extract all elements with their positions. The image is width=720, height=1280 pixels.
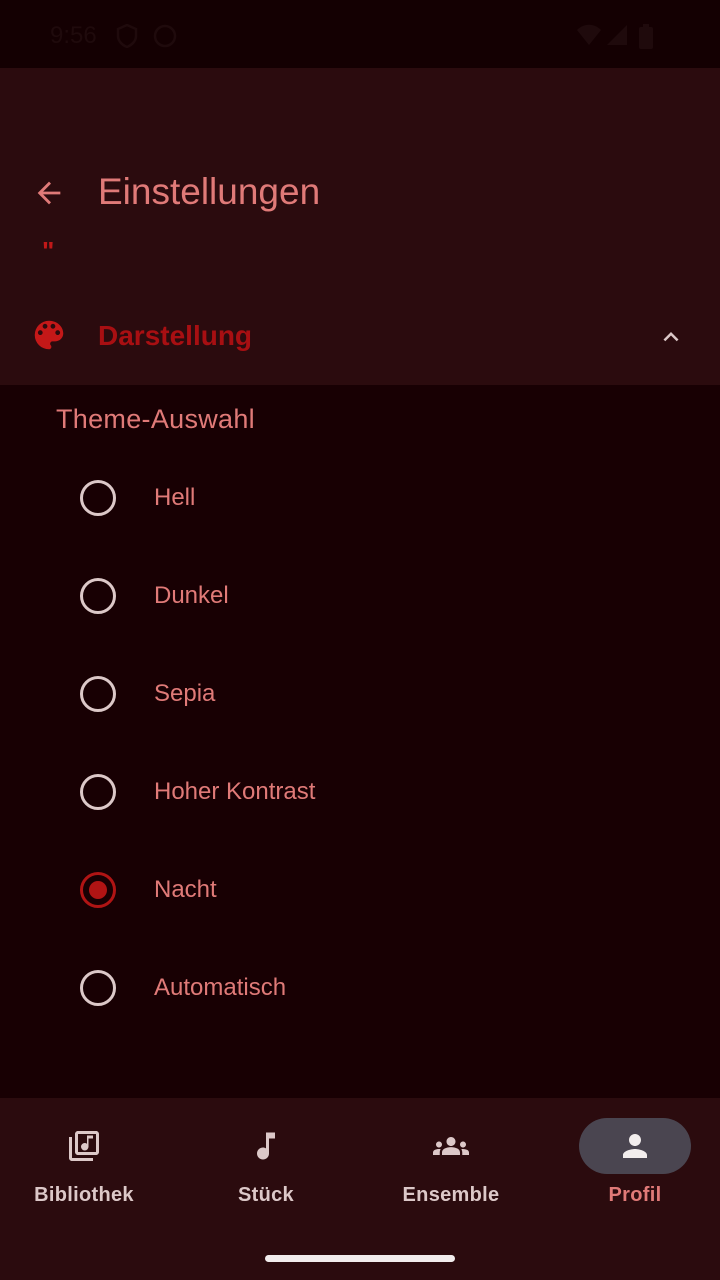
nav-indicator bbox=[28, 1118, 140, 1174]
radio-label: Nacht bbox=[154, 876, 217, 903]
library-music-icon bbox=[69, 1131, 99, 1161]
radio-label: Automatisch bbox=[154, 974, 287, 1001]
radio-option-dunkel[interactable]: Dunkel bbox=[60, 556, 660, 636]
radio-button[interactable] bbox=[80, 970, 116, 1006]
nav-item-stueck[interactable]: Stück bbox=[176, 1118, 356, 1228]
shield-icon bbox=[116, 24, 138, 48]
nav-label: Ensemble bbox=[402, 1184, 500, 1206]
sync-icon bbox=[153, 24, 177, 48]
nav-indicator bbox=[395, 1118, 507, 1174]
radio-button[interactable] bbox=[80, 480, 116, 516]
groups-icon bbox=[433, 1137, 469, 1155]
bottom-navigation: Bibliothek Stück Ensemble Profil bbox=[0, 1098, 720, 1280]
status-time: 9:56 bbox=[50, 22, 97, 49]
radio-button[interactable] bbox=[80, 774, 116, 810]
radio-option-automatisch[interactable]: Automatisch bbox=[60, 948, 660, 1028]
radio-button[interactable] bbox=[80, 676, 116, 712]
nav-label: Bibliothek bbox=[34, 1184, 134, 1206]
wifi-icon bbox=[577, 24, 601, 45]
app-bar: Einstellungen " Darstellung bbox=[0, 68, 720, 385]
radio-button[interactable] bbox=[80, 578, 116, 614]
back-button[interactable] bbox=[24, 168, 74, 218]
section-header-darstellung[interactable]: Darstellung bbox=[0, 288, 720, 384]
section-title: Darstellung bbox=[98, 320, 253, 351]
music-note-icon bbox=[257, 1132, 275, 1160]
arrow-back-icon bbox=[37, 181, 61, 205]
battery-icon bbox=[639, 24, 653, 49]
status-bar: 9:56 bbox=[0, 0, 720, 68]
radio-button-selected[interactable] bbox=[80, 872, 116, 908]
nav-label: Profil bbox=[608, 1184, 662, 1206]
signal-icon bbox=[607, 25, 627, 45]
nav-item-bibliothek[interactable]: Bibliothek bbox=[0, 1118, 174, 1228]
radio-option-hell[interactable]: Hell bbox=[60, 458, 660, 538]
theme-selection-label: Theme-Auswahl bbox=[56, 404, 255, 434]
palette-icon bbox=[34, 320, 64, 350]
radio-label: Hoher Kontrast bbox=[154, 778, 316, 805]
radio-option-sepia[interactable]: Sepia bbox=[60, 654, 660, 734]
radio-label: Dunkel bbox=[154, 582, 229, 609]
radio-label: Sepia bbox=[154, 680, 216, 707]
person-icon bbox=[623, 1134, 647, 1158]
home-indicator[interactable] bbox=[265, 1255, 455, 1262]
radio-option-nacht[interactable]: Nacht bbox=[60, 850, 660, 930]
page-title: Einstellungen bbox=[98, 171, 321, 212]
chevron-up-icon[interactable] bbox=[656, 322, 686, 352]
nav-indicator bbox=[210, 1118, 322, 1174]
radio-label: Hell bbox=[154, 484, 196, 511]
nav-indicator-active bbox=[579, 1118, 691, 1174]
nav-item-profil[interactable]: Profil bbox=[545, 1118, 720, 1228]
nav-label: Stück bbox=[238, 1184, 294, 1206]
nav-item-ensemble[interactable]: Ensemble bbox=[361, 1118, 541, 1228]
radio-option-hoher-kontrast[interactable]: Hoher Kontrast bbox=[60, 752, 660, 832]
quote-mark: " bbox=[42, 236, 55, 266]
